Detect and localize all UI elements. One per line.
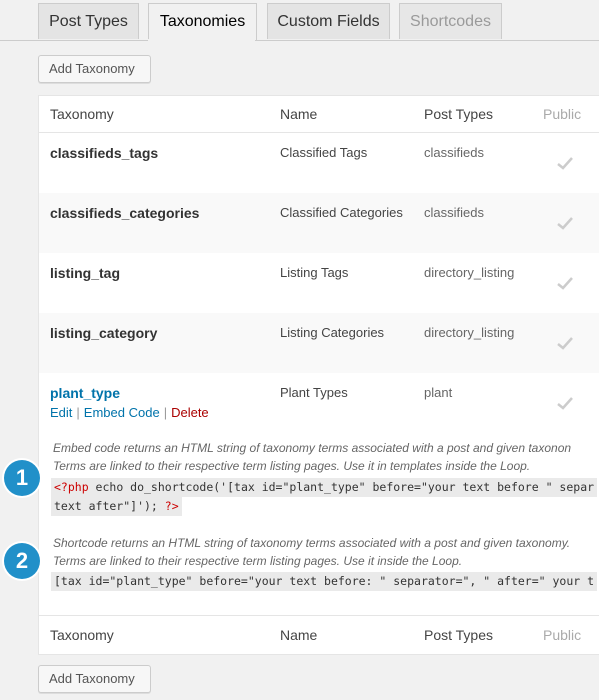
header-taxonomy[interactable]: Taxonomy xyxy=(50,106,114,122)
taxonomy-post-types: classifieds xyxy=(424,205,484,220)
taxonomy-name: Listing Categories xyxy=(280,325,385,340)
footer-name[interactable]: Name xyxy=(280,627,317,643)
delete-link[interactable]: Delete xyxy=(171,405,209,420)
edit-link[interactable]: Edit xyxy=(50,405,72,420)
callout-badge-2: 2 xyxy=(4,543,40,579)
embed-code-line1[interactable]: <?php echo do_shortcode('[tax id="plant_… xyxy=(51,478,598,497)
table-row: classifieds_categories Classified Catego… xyxy=(39,193,599,253)
check-icon xyxy=(557,217,573,230)
header-public[interactable]: Public xyxy=(543,106,581,122)
embed-code-text-2: text after"]'); xyxy=(54,499,165,513)
taxonomy-slug[interactable]: listing_category xyxy=(50,325,157,341)
tab-divider xyxy=(0,40,599,41)
add-taxonomy-button-top[interactable]: Add Taxonomy xyxy=(38,55,151,83)
table-row: listing_category Listing Categories dire… xyxy=(39,313,599,373)
taxonomy-post-types: directory_listing xyxy=(424,325,515,340)
embed-description-line2: Terms are linked to their respective ter… xyxy=(53,459,531,473)
php-open-tag: <?php xyxy=(54,480,89,494)
embed-code-text: echo do_shortcode('[tax id="plant_type" … xyxy=(88,480,595,494)
action-separator: | xyxy=(163,405,168,420)
shortcode-description-line2: Terms are linked to their respective ter… xyxy=(53,554,463,568)
row-actions: Edit | Embed Code | Delete xyxy=(50,405,209,420)
active-tab-gap xyxy=(148,39,255,42)
header-name[interactable]: Name xyxy=(280,106,317,122)
taxonomy-name: Classified Categories xyxy=(280,205,403,220)
check-icon xyxy=(557,277,573,290)
header-post-types[interactable]: Post Types xyxy=(424,106,493,122)
table-header: Taxonomy Name Post Types Public xyxy=(39,96,599,132)
embed-code-link[interactable]: Embed Code xyxy=(84,405,160,420)
check-icon xyxy=(557,397,573,410)
taxonomy-slug-link[interactable]: plant_type xyxy=(50,385,120,401)
taxonomy-post-types: classifieds xyxy=(424,145,484,160)
taxonomy-name: Listing Tags xyxy=(280,265,349,280)
taxonomy-slug[interactable]: listing_tag xyxy=(50,265,120,281)
taxonomy-slug[interactable]: classifieds_tags xyxy=(50,145,158,161)
tab-shortcodes[interactable]: Shortcodes xyxy=(399,3,502,39)
tab-post-types[interactable]: Post Types xyxy=(38,3,139,39)
taxonomy-name: Plant Types xyxy=(280,385,348,400)
action-separator: | xyxy=(76,405,80,420)
check-icon xyxy=(557,157,573,170)
footer-post-types[interactable]: Post Types xyxy=(424,627,493,643)
taxonomy-table: Taxonomy Name Post Types Public classifi… xyxy=(38,95,599,655)
embed-description-line1: Embed code returns an HTML string of tax… xyxy=(53,441,572,455)
footer-public[interactable]: Public xyxy=(543,627,581,643)
footer-taxonomy[interactable]: Taxonomy xyxy=(50,627,114,643)
taxonomy-post-types: directory_listing xyxy=(424,265,515,280)
tab-taxonomies[interactable]: Taxonomies xyxy=(148,3,257,41)
shortcode-code[interactable]: [tax id="plant_type" before="your text b… xyxy=(51,572,598,591)
callout-badge-1: 1 xyxy=(4,460,40,496)
taxonomy-post-types: plant xyxy=(424,385,453,400)
check-icon xyxy=(557,337,573,350)
add-taxonomy-button-bottom[interactable]: Add Taxonomy xyxy=(38,665,151,693)
table-footer: Taxonomy Name Post Types Public xyxy=(39,616,599,654)
table-row: classifieds_tags Classified Tags classif… xyxy=(39,133,599,193)
table-row-expanded: plant_type Plant Types plant Edit | Embed … xyxy=(39,373,599,615)
tab-custom-fields[interactable]: Custom Fields xyxy=(267,3,390,39)
table-row: listing_tag Listing Tags directory_listi… xyxy=(39,253,599,313)
embed-code-line2[interactable]: text after"]'); ?> xyxy=(51,497,182,516)
taxonomy-slug[interactable]: classifieds_categories xyxy=(50,205,199,221)
shortcode-description-line1: Shortcode returns an HTML string of taxo… xyxy=(53,536,571,550)
taxonomy-name: Classified Tags xyxy=(280,145,368,160)
php-close-tag: ?> xyxy=(164,499,179,513)
